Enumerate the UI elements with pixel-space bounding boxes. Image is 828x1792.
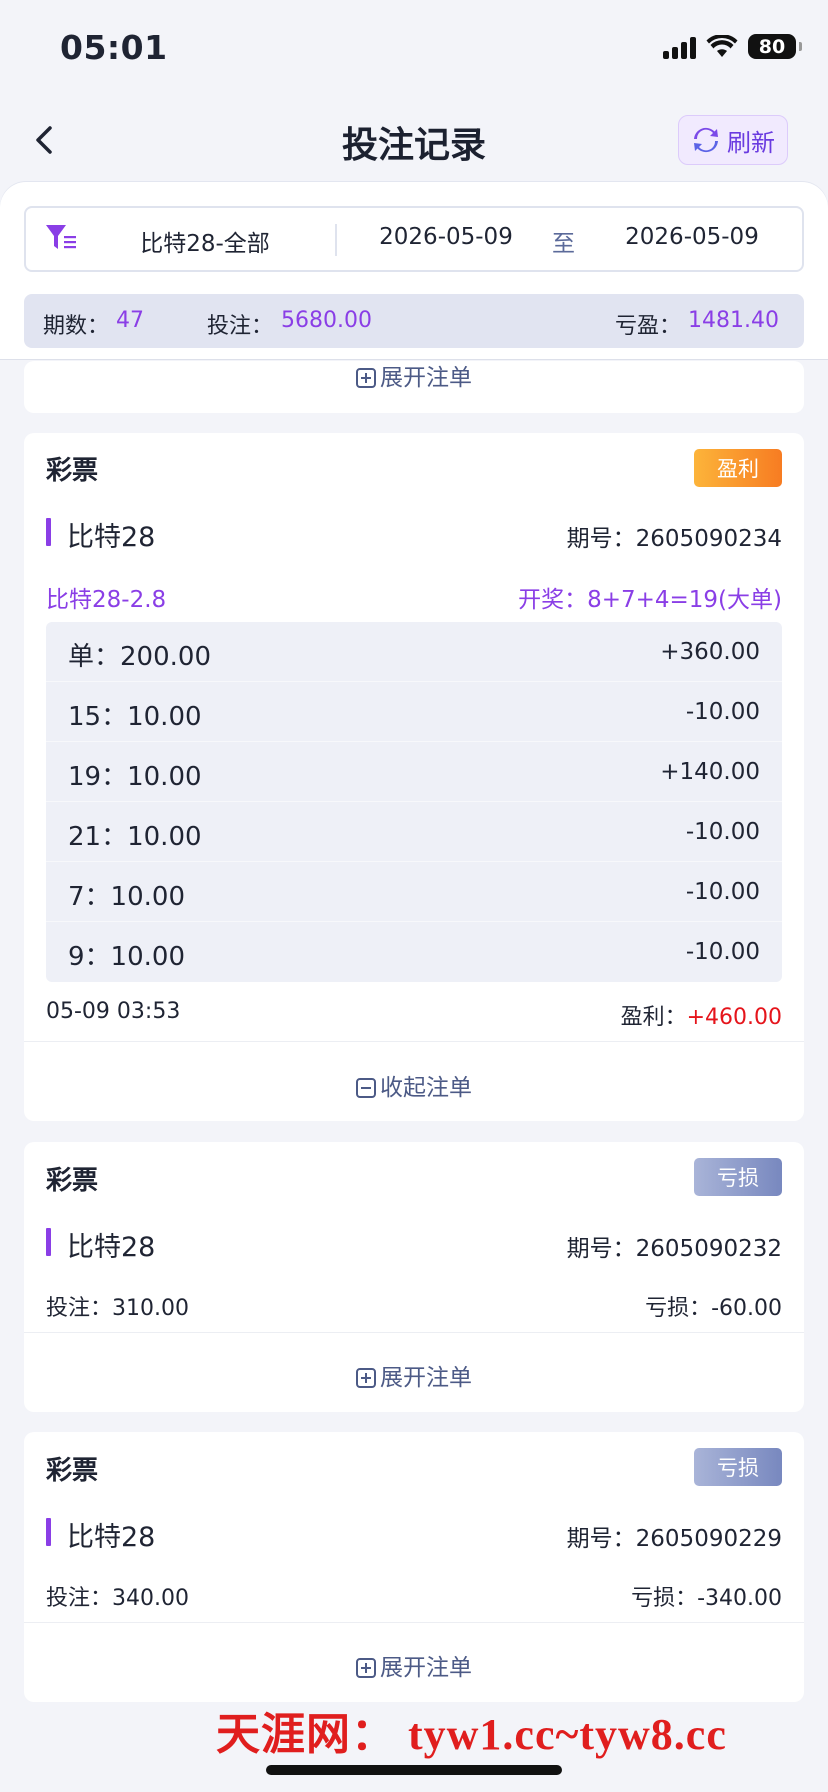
expand-icon: [356, 1658, 376, 1678]
record-type: 彩票: [46, 1166, 99, 1196]
profit-loss-label: 亏盈：: [615, 314, 682, 339]
issue-value: 2605090232: [635, 1236, 782, 1262]
collapse-icon: [356, 1078, 376, 1098]
issue-value: 2605090234: [635, 526, 782, 552]
profit-amount: 盈利：+460.00: [621, 999, 782, 1031]
bet-row: 15：10.00 -10.00: [46, 682, 782, 742]
refresh-button[interactable]: 刷新: [678, 115, 788, 165]
game-name: 比特28: [67, 1232, 156, 1263]
profit-value: +460.00: [686, 1005, 782, 1030]
bet-result: +360.00: [660, 639, 760, 665]
profit-label: 盈利：: [620, 1005, 687, 1030]
expand-bets-button[interactable]: 展开注单: [24, 1648, 804, 1682]
issue-number: 期号：2605090234: [567, 519, 782, 553]
game-name: 比特28: [67, 522, 156, 553]
refresh-icon: [694, 127, 718, 153]
status-icons: 80: [663, 34, 802, 59]
cellular-signal-icon: [663, 35, 696, 59]
issue-label: 期号：: [566, 526, 636, 552]
game-accent-bar: [46, 518, 51, 546]
bet-total-value: 5680.00: [281, 308, 372, 333]
end-date-field[interactable]: 2026-05-09: [606, 224, 778, 250]
expand-bets-button[interactable]: 展开注单: [24, 1358, 804, 1392]
bet-total-label: 投注：: [207, 314, 274, 339]
periods-value: 47: [116, 308, 144, 333]
date-separator: 至: [552, 231, 575, 257]
loss-amount: 亏损：-340.00: [631, 1580, 782, 1612]
wifi-icon: [706, 34, 738, 57]
profit-loss-value: 1481.40: [688, 308, 779, 333]
bet-time: 05-09 03:53: [46, 999, 181, 1024]
bet-value: 310.00: [112, 1296, 189, 1321]
divider: [335, 224, 337, 256]
refresh-label: 刷新: [727, 128, 775, 157]
home-indicator[interactable]: [266, 1765, 562, 1775]
battery-icon: 80: [748, 34, 802, 59]
status-time: 05:01: [60, 28, 168, 67]
bet-row: 21：10.00 -10.00: [46, 802, 782, 862]
record-type: 彩票: [46, 1456, 99, 1486]
bet-result: -10.00: [685, 879, 760, 905]
status-badge: 亏损: [694, 1448, 782, 1486]
loss-value: -60.00: [711, 1296, 782, 1321]
game-accent-bar: [46, 1518, 51, 1546]
divider: [24, 1332, 804, 1333]
bet-result: +140.00: [660, 759, 760, 785]
expand-label: 展开注单: [380, 1655, 472, 1681]
bet-amount: 投注：340.00: [46, 1580, 189, 1612]
issue-label: 期号：: [566, 1526, 636, 1552]
expand-icon: [356, 368, 376, 388]
bet-item: 15：10.00: [68, 702, 202, 732]
bet-row: 9：10.00 -10.00: [46, 922, 782, 982]
summary-bar: 期数： 47 投注： 5680.00 亏盈： 1481.40: [24, 294, 804, 348]
bet-row: 19：10.00 +140.00: [46, 742, 782, 802]
bet-amount: 投注：310.00: [46, 1290, 189, 1322]
issue-value: 2605090229: [635, 1526, 782, 1552]
bet-value: 340.00: [112, 1586, 189, 1611]
bet-item: 7：10.00: [68, 882, 185, 912]
lottery-select[interactable]: 比特28-全部: [92, 224, 318, 258]
bet-item: 单：200.00: [68, 642, 211, 672]
filter-icon[interactable]: [44, 222, 78, 254]
periods-label: 期数：: [43, 314, 110, 339]
status-badge: 亏损: [694, 1158, 782, 1196]
watermark: 天涯网： tyw1.cc~tyw8.cc: [216, 1710, 727, 1759]
bet-row: 单：200.00 +360.00: [46, 622, 782, 682]
bet-item: 9：10.00: [68, 942, 185, 972]
loss-amount: 亏损：-60.00: [645, 1290, 782, 1322]
game-accent-bar: [46, 1228, 51, 1256]
expand-label: 展开注单: [380, 365, 472, 391]
loss-label: 亏损：: [631, 1586, 698, 1611]
bet-row: 7：10.00 -10.00: [46, 862, 782, 922]
expand-label: 展开注单: [380, 1365, 472, 1391]
draw-result: 开奖：8+7+4=19(大单): [518, 587, 782, 613]
loss-label: 亏损：: [645, 1296, 712, 1321]
bet-label: 投注：: [46, 1586, 113, 1611]
start-date-field[interactable]: 2026-05-09: [360, 224, 532, 250]
bet-result: -10.00: [685, 819, 760, 845]
issue-number: 期号：2605090229: [567, 1519, 782, 1553]
status-badge: 盈利: [694, 449, 782, 487]
record-type: 彩票: [46, 456, 99, 486]
bet-item: 19：10.00: [68, 762, 202, 792]
loss-value: -340.00: [697, 1586, 782, 1611]
bet-item: 21：10.00: [68, 822, 202, 852]
game-name: 比特28: [67, 1522, 156, 1553]
divider: [24, 1622, 804, 1623]
bet-label: 投注：: [46, 1296, 113, 1321]
bet-result: -10.00: [685, 699, 760, 725]
issue-number: 期号：2605090232: [567, 1229, 782, 1263]
expand-icon: [356, 1368, 376, 1388]
divider: [24, 1041, 804, 1042]
bet-result: -10.00: [685, 939, 760, 965]
collapse-bets-button[interactable]: 收起注单: [24, 1068, 804, 1102]
issue-label: 期号：: [566, 1236, 636, 1262]
collapse-label: 收起注单: [380, 1075, 472, 1101]
play-type: 比特28-2.8: [46, 587, 167, 613]
expand-bets-button[interactable]: 展开注单: [24, 358, 804, 392]
